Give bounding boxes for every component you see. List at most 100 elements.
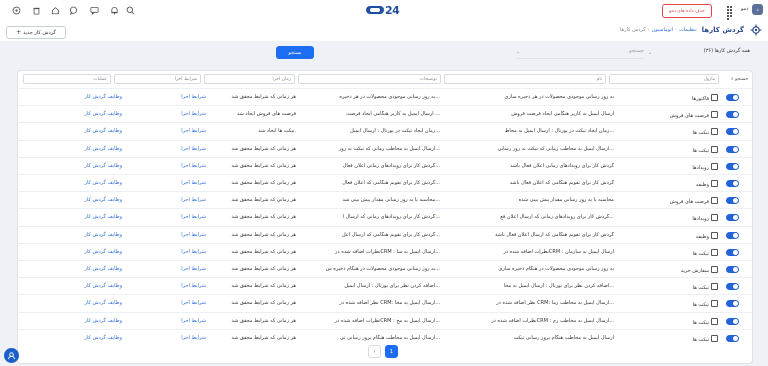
home-icon[interactable] xyxy=(49,4,61,16)
trash-icon[interactable] xyxy=(30,4,42,16)
conditions-link[interactable]: شرایط اجرا xyxy=(126,163,206,169)
table-row[interactable]: رویدادها گردش کار برای رویدادهای زمانی اع… xyxy=(18,156,752,175)
new-workflow-button[interactable]: + گردش کار جدید xyxy=(6,26,66,39)
workflow-active-toggle[interactable] xyxy=(726,214,739,222)
breadcrumb-settings[interactable]: تنظیمات xyxy=(679,27,697,33)
workflow-active-toggle[interactable] xyxy=(726,283,739,291)
table-row[interactable]: تیکت ها اضافه کردن نظر برای پورتال : ارسا… xyxy=(18,277,752,295)
workflow-tasks-link[interactable]: وظایف گردش کار xyxy=(28,232,122,238)
conditions-link[interactable]: شرایط اجرا xyxy=(126,111,206,117)
workflow-name[interactable]: محاسبه یا به روز رسانی مقدار پیش بینی شد… xyxy=(444,197,614,203)
workflow-name[interactable]: به روز رسانی موجودی محصولات در هر ذخیره … xyxy=(444,94,614,100)
workflow-tasks-link[interactable]: وظایف گردش کار xyxy=(28,266,122,272)
workflow-name[interactable]: زمان ایجاد تیکت در پورتال : ارسال ایمیل … xyxy=(444,128,614,134)
workflow-tasks-link[interactable]: وظایف گردش کار xyxy=(28,146,122,152)
workflow-filter-select[interactable]: ⌄ همه گردش کارها (۳۶) xyxy=(648,48,750,58)
workflow-tasks-link[interactable]: وظایف گردش کار xyxy=(28,214,122,220)
page-1-button[interactable]: 1 xyxy=(385,345,398,358)
conditions-link[interactable]: شرایط اجرا xyxy=(126,94,206,100)
workflow-active-toggle[interactable] xyxy=(726,162,739,170)
workflow-name[interactable]: نظرات اضافه شده درCRM : ارسال ایمیل به م… xyxy=(444,318,614,324)
workflow-name[interactable]: ارسال ایمیل به کاربر هنگامی ایجاد فرصت ف… xyxy=(444,111,614,117)
table-row[interactable]: سفارش خرید به روز رسانی موجودی محصولات در… xyxy=(18,260,752,278)
conditions-link[interactable]: شرایط اجرا xyxy=(126,300,206,306)
table-row[interactable]: تیکت ها زمان ایجاد تیکت در پورتال : ارسال… xyxy=(18,122,752,140)
table-row[interactable]: تیکت ها نظرات اضافه شده درCRM : ارسال ایم… xyxy=(18,242,752,261)
workflow-tasks-link[interactable]: وظایف گردش کار xyxy=(28,318,122,324)
conditions-link[interactable]: شرایط اجرا xyxy=(126,266,206,272)
workflow-tasks-link[interactable]: وظایف گردش کار xyxy=(28,163,122,169)
workflow-active-toggle[interactable] xyxy=(726,145,739,153)
avatar[interactable]: د xyxy=(752,4,763,15)
conditions-link[interactable]: شرایط اجرا xyxy=(126,197,206,203)
workflow-active-toggle[interactable] xyxy=(726,111,739,119)
workflow-tasks-link[interactable]: وظایف گردش کار xyxy=(28,249,122,255)
conditions-link[interactable]: شرایط اجرا xyxy=(126,283,206,289)
table-row[interactable]: فاکتورها به روز رسانی موجودی محصولات در ه… xyxy=(18,88,752,106)
search-button[interactable]: بستجو xyxy=(276,46,314,59)
workflow-active-toggle[interactable] xyxy=(726,180,739,187)
table-row[interactable]: فرصت های فروش ارسال ایمیل به کاربر هنگامی… xyxy=(18,105,752,123)
column-filter-description[interactable]: توضیحات xyxy=(298,74,441,84)
workflow-name[interactable]: نظر اضافه شده در CRM: ارسال ایمیل به مخا… xyxy=(444,300,614,306)
table-row[interactable]: تیکت ها نظر اضافه شده در CRM: ارسال ایمیل… xyxy=(18,294,752,312)
conditions-link[interactable]: شرایط اجرا xyxy=(126,335,206,341)
table-row[interactable]: رویدادها گردش کار برای رویدادهای زمانی که… xyxy=(18,208,752,226)
prev-page-button[interactable]: ‹ xyxy=(368,345,381,358)
column-filter-conditions[interactable]: شرایط اجرا xyxy=(114,74,201,84)
table-row[interactable]: وظیفه گردش کار برای تقویم هنگامی که ارسال… xyxy=(18,225,752,244)
workflow-name[interactable]: ارسال ایمیل به مخاطب زمانی که تیکت به رو… xyxy=(444,146,614,152)
workflow-active-toggle[interactable] xyxy=(726,300,739,308)
support-chat-button[interactable] xyxy=(4,348,19,363)
workflow-name[interactable]: نظرات اضافه شده درCRM : ارسال ایمیل به س… xyxy=(444,249,614,255)
conditions-link[interactable]: شرایط اجرا xyxy=(126,232,206,238)
workflow-active-toggle[interactable] xyxy=(726,334,739,342)
column-filter-name[interactable]: نام xyxy=(444,74,606,84)
conditions-link[interactable]: شرایط اجرا xyxy=(126,249,206,255)
table-row[interactable]: تیکت ها نظرات اضافه شده درCRM : ارسال ایم… xyxy=(18,311,752,330)
column-filter-actions[interactable]: عملیات xyxy=(23,74,111,84)
workflow-name[interactable]: اضافه کردن نظر برای پورتال : ارسال ایمیل… xyxy=(444,283,614,289)
column-filter-module[interactable]: ماژول xyxy=(609,74,719,84)
workflow-tasks-link[interactable]: وظایف گردش کار xyxy=(28,300,122,306)
conditions-link[interactable]: شرایط اجرا xyxy=(126,180,206,186)
chat-icon[interactable] xyxy=(88,4,100,16)
workflow-name[interactable]: ارسال ایمیل به مخاطب هنگام بروز رسانی تی… xyxy=(444,335,614,341)
conditions-link[interactable]: شرایط اجرا xyxy=(126,128,206,134)
workflow-name[interactable]: گردش کار برای رویدادهای زمانی که ارسال ا… xyxy=(444,214,614,220)
table-row[interactable]: تیکت ها ارسال ایمیل به مخاطب زمانی که تیک… xyxy=(18,139,752,158)
workflow-tasks-link[interactable]: وظایف گردش کار xyxy=(28,197,122,203)
conditions-link[interactable]: شرایط اجرا xyxy=(126,318,206,324)
workflow-tasks-link[interactable]: وظایف گردش کار xyxy=(28,128,122,134)
workflow-active-toggle[interactable] xyxy=(726,266,739,273)
workflow-tasks-link[interactable]: وظایف گردش کار xyxy=(28,94,122,100)
workflow-tasks-link[interactable]: وظایف گردش کار xyxy=(28,111,122,117)
help-icon[interactable] xyxy=(10,4,22,16)
chat-alt-icon[interactable] xyxy=(67,4,79,16)
workflow-active-toggle[interactable] xyxy=(726,197,739,205)
workflow-active-toggle[interactable] xyxy=(726,231,739,239)
breadcrumb-automation[interactable]: اتوماسیون xyxy=(652,27,674,33)
workflow-active-toggle[interactable] xyxy=(726,94,739,101)
workflow-name[interactable]: به روز رسانی موجودی محصولات در هنگام ذخی… xyxy=(444,266,614,272)
user-name[interactable]: دمو xyxy=(741,6,749,12)
workflow-active-toggle[interactable] xyxy=(726,317,739,325)
workflow-name[interactable]: گردش کار برای تقویم هنگامی که ارسال اعلا… xyxy=(444,232,614,238)
workflow-tasks-link[interactable]: وظایف گردش کار xyxy=(28,335,122,341)
table-row[interactable]: فرصت های فروش محاسبه یا به روز رسانی مقدا… xyxy=(18,191,752,209)
conditions-link[interactable]: شرایط اجرا xyxy=(126,146,206,152)
table-search[interactable]: ⌕ جستجو xyxy=(731,76,748,82)
remove-demo-data-button[interactable]: حذف داده های دمو xyxy=(662,4,712,18)
bell-icon[interactable] xyxy=(108,4,120,16)
table-row[interactable]: وظیفه گردش کار برای تقویم هنگامی که اعلان… xyxy=(18,174,752,192)
column-filter-trigger[interactable]: زمان اجرا xyxy=(204,74,295,84)
workflow-name[interactable]: گردش کار برای رویدادهای زمانی اعلان فعال… xyxy=(444,163,614,169)
workflow-tasks-link[interactable]: وظایف گردش کار xyxy=(28,283,122,289)
workflow-tasks-link[interactable]: وظایف گردش کار xyxy=(28,180,122,186)
workflow-active-toggle[interactable] xyxy=(726,128,739,136)
apps-grid-icon[interactable] xyxy=(727,6,735,20)
workflow-active-toggle[interactable] xyxy=(726,248,739,256)
search-icon[interactable] xyxy=(124,4,136,16)
search-input[interactable]: ⌄ جستجو xyxy=(516,48,644,59)
conditions-link[interactable]: شرایط اجرا xyxy=(126,214,206,220)
